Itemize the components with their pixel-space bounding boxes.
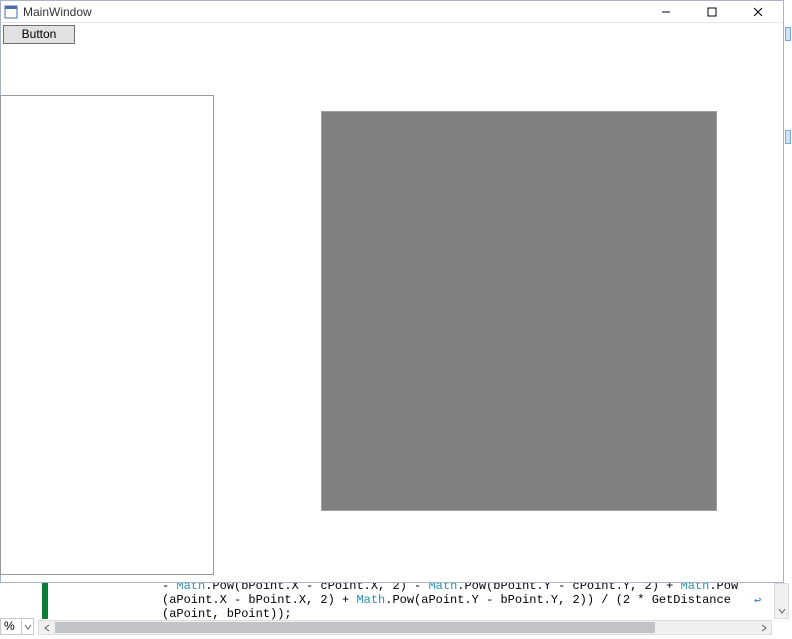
horizontal-scrollbar[interactable] (38, 620, 772, 635)
code-text: (aPoint.X - bPoint.X, 2) + (162, 593, 356, 607)
chevron-down-icon (24, 623, 32, 631)
minimize-icon (661, 7, 671, 17)
zoom-level-input[interactable]: % (0, 618, 22, 635)
main-window: MainWindow Button (0, 0, 784, 583)
code-change-gutter (42, 579, 48, 619)
code-lines: - Math.Pow(bPoint.X - cPoint.X, 2) - Mat… (162, 579, 752, 621)
scroll-right-button[interactable] (756, 621, 771, 634)
background-panel-fragment (785, 27, 791, 41)
arrow-right-icon (760, 624, 768, 632)
grey-canvas (321, 111, 717, 511)
background-panel-fragment (785, 130, 791, 144)
code-text: (aPoint, bPoint)); (162, 607, 292, 621)
window-title: MainWindow (23, 5, 643, 19)
titlebar[interactable]: MainWindow (1, 1, 783, 23)
main-button[interactable]: Button (3, 25, 75, 44)
word-wrap-glyph-icon: ↩ (754, 593, 761, 607)
left-panel (0, 95, 214, 575)
vertical-scrollbar[interactable] (774, 583, 789, 619)
code-text: .Pow(aPoint.Y - bPoint.Y, 2)) / (2 * Get… (385, 593, 731, 607)
scrollbar-thumb[interactable] (55, 622, 655, 633)
scroll-left-button[interactable] (39, 621, 54, 634)
maximize-icon (707, 7, 717, 17)
arrow-down-icon (778, 607, 786, 615)
scroll-down-button[interactable] (775, 603, 788, 618)
arrow-left-icon (43, 624, 51, 632)
code-type-token: Math (356, 593, 385, 607)
app-icon (3, 4, 19, 20)
maximize-button[interactable] (689, 1, 735, 23)
close-icon (753, 7, 763, 17)
window-controls (643, 1, 781, 23)
window-client-area: Button (1, 23, 783, 582)
close-button[interactable] (735, 1, 781, 23)
minimize-button[interactable] (643, 1, 689, 23)
zoom-dropdown-button[interactable] (22, 618, 34, 635)
